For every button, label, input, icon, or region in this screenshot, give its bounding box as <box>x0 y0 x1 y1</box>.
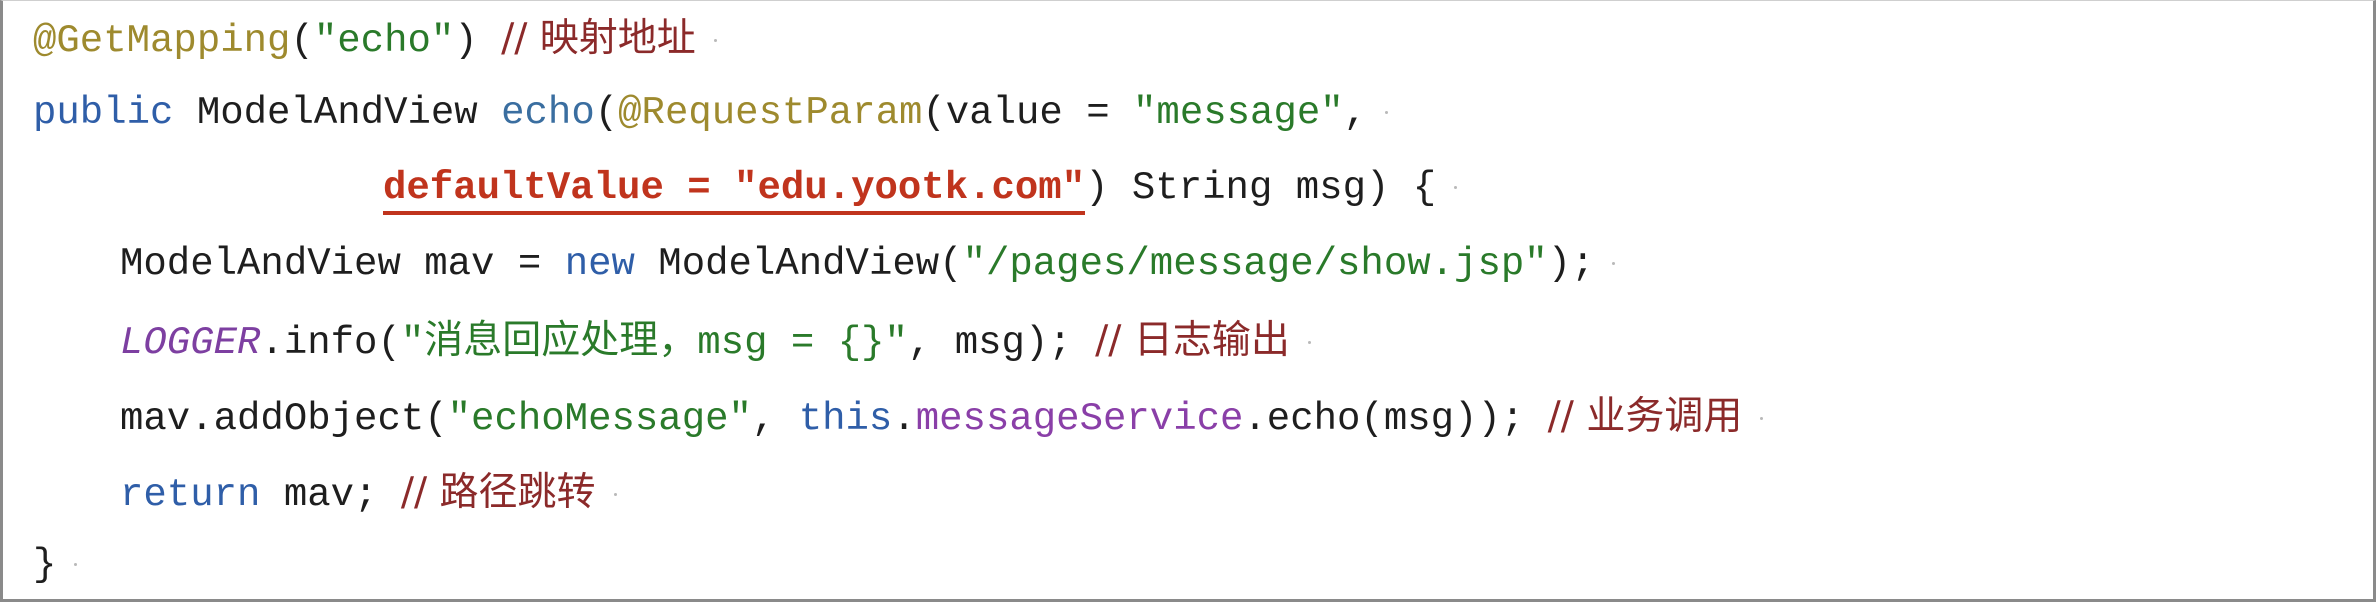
code-line-6: mav.addObject("echoMessage", this.messag… <box>120 387 1764 447</box>
code-line-3: defaultValue = "edu.yootk.com") String m… <box>383 158 1458 218</box>
param-value-string: "message" <box>1133 91 1344 135</box>
logger-field: LOGGER <box>120 321 261 365</box>
echo-message-key-string: "echoMessage" <box>447 397 752 441</box>
echo-call: .echo(msg)); <box>1243 397 1548 441</box>
keyword-new: new <box>564 242 635 286</box>
method-name-echo: echo <box>501 91 595 135</box>
comment-redirect: // 路径跳转 <box>400 470 596 515</box>
log-message-string: "消息回应处理，msg = {}" <box>400 321 908 365</box>
annotation-getmapping: @GetMapping <box>33 19 291 63</box>
comment-log: // 日志输出 <box>1095 318 1290 363</box>
whitespace-marker <box>613 493 617 497</box>
comma: , <box>751 397 799 441</box>
whitespace-marker <box>1612 262 1616 266</box>
paren-close: ) <box>454 19 502 63</box>
constructor-call: ModelAndView( <box>634 242 963 286</box>
whitespace-marker <box>1307 341 1311 345</box>
comment-service: // 业务调用 <box>1547 394 1743 439</box>
comment-mapping: // 映射地址 <box>501 16 696 61</box>
log-args: , msg); <box>907 321 1096 365</box>
whitespace-marker <box>1385 111 1389 115</box>
mav-declaration: ModelAndView mav = <box>120 242 565 286</box>
code-editor[interactable]: @GetMapping("echo") // 映射地址 public Model… <box>0 0 2376 602</box>
code-line-5: LOGGER.info("消息回应处理，msg = {}", msg); // … <box>120 311 1311 371</box>
param-value-prefix: (value = <box>922 91 1134 135</box>
statement-end: ); <box>1547 242 1595 286</box>
default-value-highlight: defaultValue = "edu.yootk.com" <box>383 166 1086 215</box>
code-line-8: } <box>33 535 78 595</box>
code-line-7: return mav; // 路径跳转 <box>120 463 617 523</box>
return-value: mav; <box>260 473 401 517</box>
view-path-string: "/pages/message/show.jsp" <box>962 242 1548 286</box>
paren-open: ( <box>290 19 314 63</box>
code-line-4: ModelAndView mav = new ModelAndView("/pa… <box>120 234 1616 294</box>
whitespace-marker <box>1454 186 1458 190</box>
paren-open: ( <box>594 91 619 135</box>
keyword-this: this <box>798 397 893 441</box>
keyword-return: return <box>120 473 261 517</box>
annotation-requestparam: @RequestParam <box>618 91 923 135</box>
comma: , <box>1343 91 1368 135</box>
code-line-1: @GetMapping("echo") // 映射地址 <box>33 9 717 69</box>
add-object-call: mav.addObject( <box>120 397 448 441</box>
whitespace-marker <box>1760 417 1764 421</box>
whitespace-marker <box>713 39 717 43</box>
mapping-path-string: "echo" <box>313 19 455 63</box>
keyword-public: public <box>33 91 174 135</box>
closing-brace: } <box>33 543 57 587</box>
code-line-2: public ModelAndView echo(@RequestParam(v… <box>33 83 1389 143</box>
logger-info-call: .info( <box>260 321 401 365</box>
message-service-field: messageService <box>915 397 1244 441</box>
return-type: ModelAndView <box>196 91 478 135</box>
dot: . <box>892 397 916 441</box>
whitespace-marker <box>74 563 78 567</box>
param-declaration-rest: ) String msg) { <box>1085 166 1437 210</box>
